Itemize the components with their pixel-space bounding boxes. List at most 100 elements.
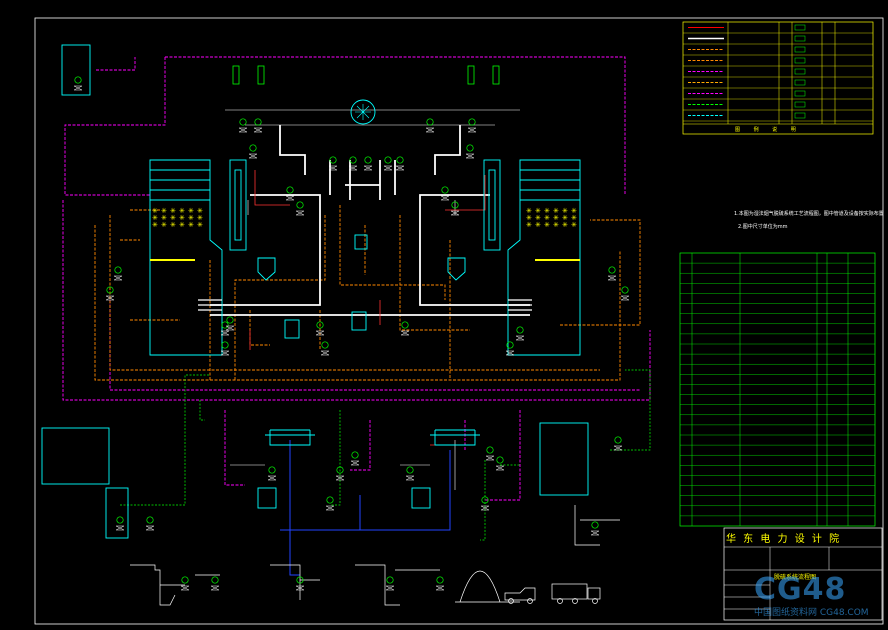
valve-icon xyxy=(113,275,123,281)
spray-nozzle-icon: ✳ xyxy=(571,221,577,229)
legend-symbol xyxy=(794,57,806,64)
instrument-icon xyxy=(286,186,294,194)
legend-symbol xyxy=(794,68,806,75)
instrument-icon xyxy=(466,144,474,152)
valve-icon xyxy=(385,585,395,591)
spray-nozzle-icon: ✳ xyxy=(170,221,176,229)
instrument-icon xyxy=(441,186,449,194)
slurry-pipe-network xyxy=(94,205,641,381)
spray-nozzle-icon: ✳ xyxy=(562,221,568,229)
valve-icon xyxy=(145,525,155,531)
legend-table: 图 例 说 明 xyxy=(682,21,874,135)
instrument-icon xyxy=(221,341,229,349)
watermark-logo: CG48 xyxy=(754,572,847,607)
instrument-icon xyxy=(468,118,476,126)
equipment xyxy=(41,44,589,539)
flue-gas-ducts xyxy=(210,125,530,316)
valve-icon xyxy=(73,85,83,91)
instrument-icon xyxy=(254,118,262,126)
valve-icon xyxy=(180,585,190,591)
top-filters xyxy=(232,65,500,85)
valve-icon xyxy=(225,325,235,331)
note-line-1: 1.本图为湿法烟气脱硫系统工艺流程图，图中管道及设备按实际布置 xyxy=(734,210,884,217)
instrument-icon xyxy=(486,446,494,454)
spray-nozzle-icon: ✳ xyxy=(152,221,158,229)
valve-icon xyxy=(515,335,525,341)
spray-nozzle-icon: ✳ xyxy=(161,221,167,229)
note-block: 1.本图为湿法烟气脱硫系统工艺流程图，图中管道及设备按实际布置 2.图中尺寸单位… xyxy=(734,210,884,230)
instrument-icon xyxy=(436,576,444,584)
absorber-right xyxy=(483,159,581,356)
spray-nozzle-icon: ✳ xyxy=(526,221,532,229)
booster-fan xyxy=(350,99,376,125)
valve-icon xyxy=(253,127,263,133)
legend-symbol xyxy=(794,46,806,53)
valve-icon xyxy=(467,127,477,133)
legend-symbol xyxy=(794,35,806,42)
valve-icon xyxy=(115,525,125,531)
instrument-icon xyxy=(384,156,392,164)
valve-icon xyxy=(363,165,373,171)
legend-symbol xyxy=(794,112,806,119)
instrument-lines xyxy=(225,109,520,490)
instrument-icon xyxy=(114,266,122,274)
valve-icon xyxy=(320,350,330,356)
valve-icon xyxy=(383,165,393,171)
valve-icon xyxy=(620,295,630,301)
valve-icon xyxy=(425,127,435,133)
instrument-icon xyxy=(406,466,414,474)
air-pipe-network xyxy=(62,56,651,501)
valve-icon xyxy=(440,195,450,201)
instrument-icon xyxy=(249,144,257,152)
instrument-icon xyxy=(321,341,329,349)
instruments xyxy=(73,76,630,591)
instrument-icon xyxy=(146,516,154,524)
instrument-icon xyxy=(268,466,276,474)
valve-icon xyxy=(400,330,410,336)
instrument-icon xyxy=(401,321,409,329)
spray-nozzle-icon: ✳ xyxy=(188,221,194,229)
valve-icon xyxy=(435,585,445,591)
valve-icon xyxy=(350,460,360,466)
blue-lines xyxy=(280,440,451,576)
legend-symbol xyxy=(794,79,806,86)
instrument-icon xyxy=(396,156,404,164)
valve-icon xyxy=(325,505,335,511)
spray-nozzle-icon: ✳ xyxy=(544,221,550,229)
valve-icon xyxy=(590,530,600,536)
valve-icon xyxy=(505,350,515,356)
instrument-icon xyxy=(226,316,234,324)
valve-icon xyxy=(613,445,623,451)
instrument-icon xyxy=(621,286,629,294)
valve-icon xyxy=(285,195,295,201)
spray-nozzle-icon: ✳ xyxy=(179,221,185,229)
watermark-site: 中国图纸资料网 CG48.COM xyxy=(754,608,869,618)
valve-icon xyxy=(248,153,258,159)
spray-nozzle-icon: ✳ xyxy=(535,221,541,229)
instrument-icon xyxy=(608,266,616,274)
valve-icon xyxy=(495,465,505,471)
spray-nozzle-icon: ✳ xyxy=(553,221,559,229)
valve-icon xyxy=(465,153,475,159)
valve-icon xyxy=(607,275,617,281)
bottom-stations xyxy=(130,505,620,606)
instrument-icon xyxy=(351,451,359,459)
instrument-icon xyxy=(181,576,189,584)
parts-table xyxy=(679,252,876,527)
instrument-icon xyxy=(296,201,304,209)
note-line-2: 2.图中尺寸单位为mm xyxy=(738,223,788,230)
instrument-icon xyxy=(364,156,372,164)
instrument-icon xyxy=(74,76,82,84)
instrument-icon xyxy=(221,321,229,329)
spray-nozzle-icon: ✳ xyxy=(197,221,203,229)
legend-symbol xyxy=(794,101,806,108)
instrument-icon xyxy=(614,436,622,444)
instrument-icon xyxy=(591,521,599,529)
valve-icon xyxy=(210,585,220,591)
instrument-icon xyxy=(426,118,434,126)
valve-icon xyxy=(395,165,405,171)
valve-icon xyxy=(238,127,248,133)
valve-icon xyxy=(267,475,277,481)
valve-icon xyxy=(485,455,495,461)
trucks xyxy=(504,583,601,604)
